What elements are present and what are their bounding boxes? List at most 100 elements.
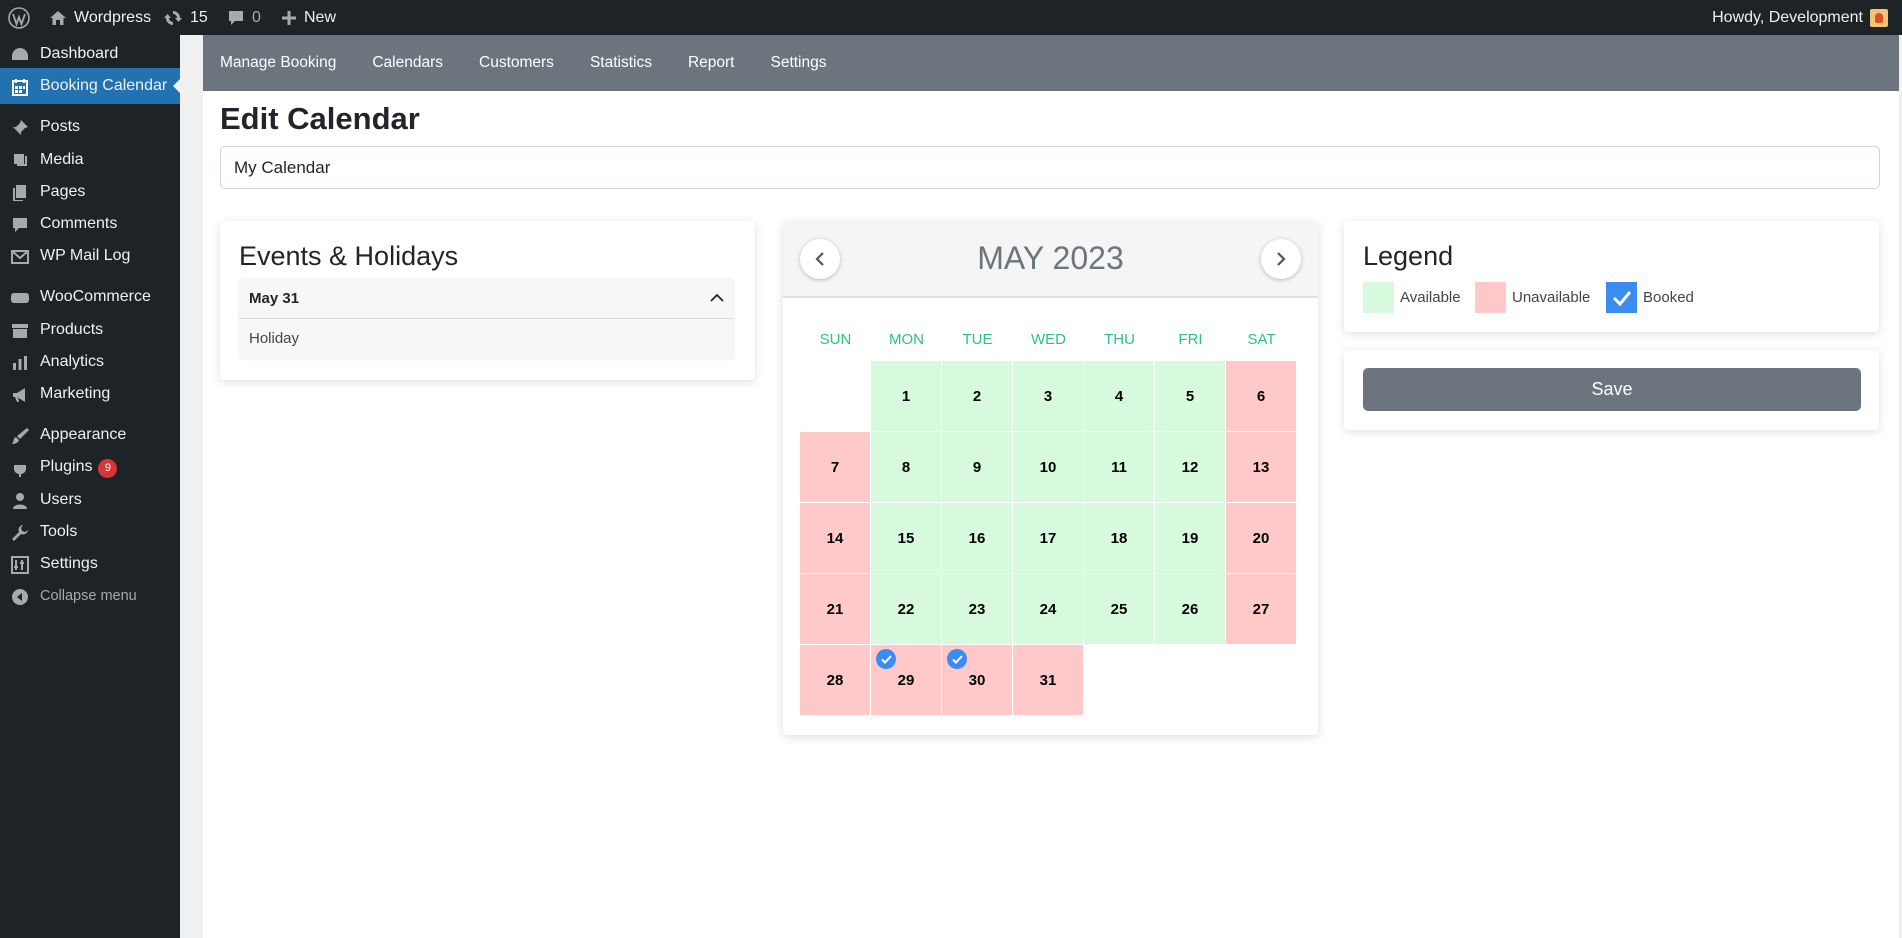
sidebar-item-appearance[interactable]: Appearance — [0, 417, 180, 453]
sidebar-item-wp-mail-log[interactable]: WP Mail Log — [0, 238, 180, 274]
calendar-day[interactable]: 30 — [942, 645, 1012, 715]
sidebar-item-media[interactable]: Media — [0, 142, 180, 178]
calendar-day[interactable]: 22 — [871, 574, 941, 644]
unavailable-swatch — [1475, 282, 1506, 313]
calendar-day[interactable]: 1 — [871, 361, 941, 431]
sliders-icon — [10, 555, 30, 575]
calendar-day[interactable]: 9 — [942, 432, 1012, 502]
weekday-header: TUE — [962, 331, 993, 348]
calendar-day[interactable]: 3 — [1013, 361, 1083, 431]
day-number: 29 — [897, 671, 915, 689]
booked-check-icon — [876, 649, 896, 669]
calendar-day[interactable]: 26 — [1155, 574, 1225, 644]
calendar-day[interactable]: 6 — [1226, 361, 1296, 431]
calendar-day[interactable]: 27 — [1226, 574, 1296, 644]
day-number: 11 — [1111, 458, 1127, 476]
media-icon — [10, 151, 30, 171]
sidebar-item-dashboard[interactable]: Dashboard — [0, 36, 180, 72]
calendar-day[interactable]: 15 — [871, 503, 941, 573]
legend-available-label: Available — [1400, 289, 1461, 306]
dashboard-icon — [10, 45, 30, 65]
save-card: Save — [1344, 350, 1879, 430]
day-number: 22 — [897, 600, 915, 618]
save-button[interactable]: Save — [1363, 368, 1861, 411]
sidebar-item-analytics[interactable]: Analytics — [0, 344, 180, 380]
calendar-day[interactable]: 2 — [942, 361, 1012, 431]
weekday-header: SAT — [1247, 331, 1276, 348]
day-number: 15 — [897, 529, 915, 547]
sidebar-item-tools[interactable]: Tools — [0, 514, 180, 550]
page-title: Edit Calendar — [220, 101, 420, 136]
wordpress-logo-icon[interactable] — [8, 0, 30, 35]
calendar-day[interactable]: 31 — [1013, 645, 1083, 715]
update-icon — [164, 10, 182, 25]
calendar-day[interactable]: 12 — [1155, 432, 1225, 502]
sidebar-item-posts[interactable]: Posts — [0, 109, 180, 145]
updates-link[interactable]: 15 — [163, 0, 208, 35]
event-accordion[interactable]: May 31 Holiday — [239, 278, 734, 358]
calendar-day[interactable]: 19 — [1155, 503, 1225, 573]
sidebar-item-label: WP Mail Log — [40, 247, 131, 264]
calendar-day[interactable]: 29 — [871, 645, 941, 715]
nav-settings[interactable]: Settings — [770, 54, 826, 72]
calendar-day[interactable]: 28 — [800, 645, 870, 715]
sidebar-item-users[interactable]: Users — [0, 482, 180, 518]
calendar-month-title: MAY 2023 — [977, 240, 1124, 276]
avatar — [1870, 8, 1888, 27]
new-content-link[interactable]: New — [281, 0, 336, 35]
day-number: 1 — [901, 387, 911, 405]
calendar-day[interactable]: 16 — [942, 503, 1012, 573]
calendar-day[interactable]: 4 — [1084, 361, 1154, 431]
legend-title: Legend — [1363, 241, 1454, 271]
calendar-day[interactable]: 10 — [1013, 432, 1083, 502]
sidebar-item-comments[interactable]: Comments — [0, 206, 180, 242]
calendar-day[interactable]: 21 — [800, 574, 870, 644]
sidebar-item-plugins[interactable]: Plugins 9 — [0, 450, 180, 486]
calendar-day[interactable]: 7 — [800, 432, 870, 502]
sidebar-item-label: Booking Calendar — [40, 77, 168, 94]
day-number: 27 — [1252, 600, 1270, 618]
nav-manage-booking[interactable]: Manage Booking — [220, 54, 336, 72]
site-name-link[interactable]: Wordpress — [49, 0, 151, 35]
sidebar-item-label: Pages — [40, 183, 86, 200]
nav-customers[interactable]: Customers — [479, 54, 554, 72]
calendar-day[interactable]: 5 — [1155, 361, 1225, 431]
calendar-day[interactable]: 18 — [1084, 503, 1154, 573]
next-month-button[interactable] — [1261, 239, 1301, 279]
calendar-day[interactable]: 17 — [1013, 503, 1083, 573]
nav-calendars[interactable]: Calendars — [372, 54, 443, 72]
calendar-icon — [10, 77, 30, 97]
calendar-day[interactable]: 13 — [1226, 432, 1296, 502]
calendar-card: MAY 2023 SUN MON TUE WED THU FRI SAT 1 2 3 4 5 6 7 8 9 1… — [783, 221, 1318, 735]
plugins-update-badge: 9 — [98, 459, 118, 478]
sidebar-item-products[interactable]: Products — [0, 312, 180, 348]
calendar-day[interactable]: 11 — [1084, 432, 1154, 502]
my-account-link[interactable]: Howdy, Development — [1712, 0, 1888, 35]
sidebar-item-pages[interactable]: Pages — [0, 174, 180, 210]
sidebar-item-settings[interactable]: Settings — [0, 546, 180, 582]
nav-statistics[interactable]: Statistics — [590, 54, 652, 72]
chevron-right-icon — [1277, 252, 1286, 266]
calendar-day[interactable]: 14 — [800, 503, 870, 573]
calendar-day[interactable]: 8 — [871, 432, 941, 502]
chevron-up-icon[interactable] — [708, 289, 726, 307]
plugin-nav: Manage Booking Calendars Customers Statisti… — [203, 35, 1899, 91]
sidebar-item-marketing[interactable]: Marketing — [0, 376, 180, 412]
user-icon — [10, 491, 30, 511]
calendar-name-input[interactable] — [220, 146, 1880, 189]
nav-report[interactable]: Report — [688, 54, 735, 72]
weekday-header: FRI — [1178, 331, 1203, 348]
calendar-day[interactable]: 23 — [942, 574, 1012, 644]
calendar-day[interactable]: 24 — [1013, 574, 1083, 644]
comments-link[interactable]: 0 — [227, 0, 261, 35]
booked-check-icon — [947, 649, 967, 669]
day-number: 3 — [1043, 387, 1053, 405]
sidebar-item-woocommerce[interactable]: WooCommerce — [0, 279, 180, 315]
sidebar-item-booking-calendar[interactable]: Booking Calendar — [0, 68, 181, 104]
calendar-day[interactable]: 25 — [1084, 574, 1154, 644]
events-title: Events & Holidays — [239, 241, 459, 271]
calendar-day[interactable]: 20 — [1226, 503, 1296, 573]
sidebar-item-label: WooCommerce — [40, 288, 151, 305]
sidebar-item-collapse-menu[interactable]: Collapse menu — [0, 578, 180, 614]
legend-card: Legend Available Unavailable Booked — [1344, 221, 1879, 332]
